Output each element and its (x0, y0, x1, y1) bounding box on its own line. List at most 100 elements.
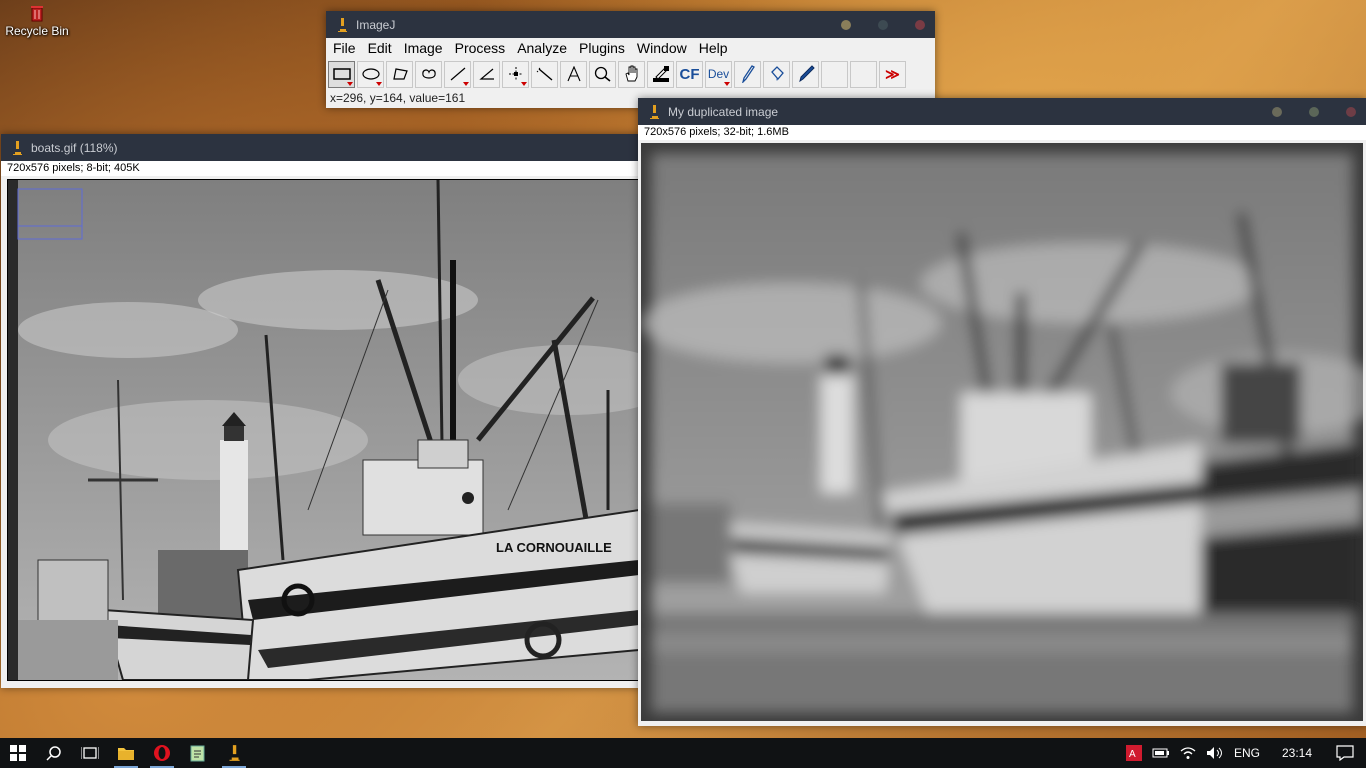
language-indicator[interactable]: ENG (1234, 746, 1260, 760)
dev-tool-label: Dev (707, 67, 730, 81)
start-button[interactable] (0, 738, 36, 768)
more-tools-icon: ≫ (885, 65, 900, 82)
pencil-tool-icon (798, 65, 815, 83)
volume-icon[interactable] (1206, 746, 1224, 760)
dup-image-info: 720x576 pixels; 32-bit; 1.6MB (638, 125, 1366, 140)
boats-photo: LA CORNOUAILLE (8, 180, 639, 680)
point-tool-icon (508, 67, 523, 81)
cf-tool[interactable]: CF (676, 60, 703, 88)
text-tool-icon (566, 66, 581, 82)
imagej-microscope-icon (338, 17, 347, 32)
oval-tool[interactable] (357, 60, 384, 88)
imagej-taskbar-button[interactable] (216, 738, 252, 768)
minimize-button[interactable] (1272, 106, 1282, 117)
boats-titlebar[interactable]: boats.gif (118%) (1, 134, 643, 161)
oval-tool-icon (361, 68, 380, 80)
imagej-microscope-icon (229, 745, 240, 761)
notifications-icon[interactable] (1336, 745, 1354, 761)
menu-window[interactable]: Window (631, 40, 693, 56)
notepad-icon (190, 745, 205, 762)
wand-tool-icon (536, 67, 552, 81)
duplicated-image-window: My duplicated image 720x576 pixels; 32-b… (638, 98, 1366, 726)
recycle-bin[interactable]: Recycle Bin (2, 4, 72, 38)
magnifier-tool-icon (594, 66, 610, 82)
cf-tool-label: CF (679, 65, 700, 83)
recycle-bin-label: Recycle Bin (5, 24, 69, 38)
menu-help[interactable]: Help (693, 40, 734, 56)
search-icon (46, 746, 61, 761)
opera-icon (154, 745, 170, 761)
menu-plugins[interactable]: Plugins (573, 40, 631, 56)
pencil-tool[interactable] (792, 60, 819, 88)
hand-tool[interactable] (618, 60, 645, 88)
color-picker-tool[interactable] (647, 60, 674, 88)
blurred-boats-photo (641, 143, 1363, 721)
maximize-button[interactable] (1309, 106, 1319, 117)
imagej-main-window: ImageJ File Edit Image Process Analyze P… (326, 11, 935, 108)
close-button[interactable] (915, 19, 925, 30)
freehand-tool-icon (421, 69, 436, 79)
battery-icon[interactable] (1152, 747, 1170, 759)
imagej-titlebar[interactable]: ImageJ (326, 11, 935, 38)
dup-titlebar[interactable]: My duplicated image (638, 98, 1366, 125)
recycle-bin-icon (27, 4, 47, 22)
dev-tool[interactable]: Dev (705, 60, 732, 88)
polygon-tool[interactable] (386, 60, 413, 88)
svg-text:A: A (1129, 749, 1136, 760)
windows-icon (10, 745, 26, 761)
rectangle-tool[interactable] (328, 60, 355, 88)
blank-tool-1[interactable] (821, 60, 848, 88)
imagej-microscope-icon (650, 104, 659, 119)
text-tool[interactable] (560, 60, 587, 88)
boats-title: boats.gif (118%) (31, 140, 118, 155)
opera-button[interactable] (144, 738, 180, 768)
freehand-tool[interactable] (415, 60, 442, 88)
dup-image-canvas[interactable] (641, 143, 1363, 721)
system-tray: A ENG 23:14 (1125, 738, 1366, 768)
task-view-button[interactable] (72, 738, 108, 768)
imagej-title: ImageJ (356, 17, 396, 32)
boats-image-canvas[interactable]: LA CORNOUAILLE (7, 179, 640, 681)
minimize-button[interactable] (841, 19, 851, 30)
menu-file[interactable]: File (326, 40, 362, 56)
task-view-icon (81, 747, 99, 759)
boats-image-info: 720x576 pixels; 8-bit; 405K (1, 161, 643, 176)
folder-icon (118, 748, 134, 760)
point-tool[interactable] (502, 60, 529, 88)
clock[interactable]: 23:14 (1282, 746, 1312, 760)
dup-title: My duplicated image (668, 104, 779, 119)
imagej-toolbar: CF Dev ≫ (326, 58, 935, 90)
wifi-icon[interactable] (1180, 746, 1196, 760)
angle-tool-icon (478, 68, 494, 80)
more-tools-button[interactable]: ≫ (879, 60, 906, 88)
flood-fill-tool-icon (770, 66, 784, 81)
hand-tool-icon (624, 65, 637, 82)
line-tool-icon (450, 67, 465, 81)
file-explorer-button[interactable] (108, 738, 144, 768)
menu-edit[interactable]: Edit (362, 40, 398, 56)
maximize-button[interactable] (878, 19, 888, 30)
menu-analyze[interactable]: Analyze (511, 40, 573, 56)
brush-tool-icon (741, 65, 755, 83)
blank-tool-2[interactable] (850, 60, 877, 88)
search-button[interactable] (36, 738, 72, 768)
rectangle-tool-icon (332, 68, 351, 80)
notepad-button[interactable] (180, 738, 216, 768)
imagej-microscope-icon (13, 140, 22, 155)
polygon-tool-icon (392, 68, 408, 80)
magnifier-tool[interactable] (589, 60, 616, 88)
flood-fill-tool[interactable] (763, 60, 790, 88)
line-tool[interactable] (444, 60, 471, 88)
app-tray-icon[interactable]: A (1125, 745, 1142, 761)
wand-tool[interactable] (531, 60, 558, 88)
imagej-menubar: File Edit Image Process Analyze Plugins … (326, 38, 935, 58)
menu-process[interactable]: Process (449, 40, 512, 56)
close-button[interactable] (1346, 106, 1356, 117)
angle-tool[interactable] (473, 60, 500, 88)
boats-image-window: boats.gif (118%) 720x576 pixels; 8-bit; … (1, 134, 643, 688)
hull-lettering: LA CORNOUAILLE (496, 540, 612, 555)
taskbar: A ENG 23:14 (0, 738, 1366, 768)
color-picker-tool-icon (652, 66, 669, 82)
menu-image[interactable]: Image (398, 40, 449, 56)
brush-tool[interactable] (734, 60, 761, 88)
